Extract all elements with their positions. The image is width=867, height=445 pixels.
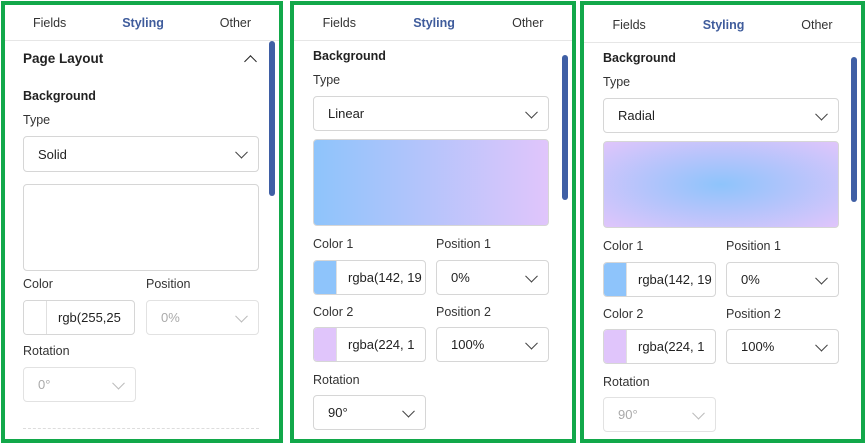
gradient-preview bbox=[603, 141, 839, 228]
position1-select-value: 0% bbox=[741, 272, 760, 287]
color2-field[interactable]: rgba(224, 1 bbox=[603, 329, 716, 364]
color-swatch[interactable] bbox=[24, 301, 47, 334]
position2-select[interactable]: 100% bbox=[436, 327, 549, 362]
background-label: Background bbox=[23, 89, 96, 103]
chevron-down-icon bbox=[815, 338, 828, 352]
rotation-select[interactable]: 90° bbox=[313, 395, 426, 430]
color1-field[interactable]: rgba(142, 19 bbox=[603, 262, 716, 297]
position2-select[interactable]: 100% bbox=[726, 329, 839, 364]
type-label: Type bbox=[313, 73, 341, 87]
position1-select-value: 0% bbox=[451, 270, 470, 285]
chevron-down-icon bbox=[525, 105, 538, 119]
tab-styling[interactable]: Styling bbox=[413, 16, 455, 30]
tab-styling[interactable]: Styling bbox=[703, 18, 745, 32]
color2-value: rgba(224, 1 bbox=[638, 339, 705, 354]
chevron-down-icon bbox=[235, 309, 248, 323]
tab-bar: Fields Styling Other bbox=[294, 5, 572, 41]
color2-label: Color 2 bbox=[313, 305, 354, 319]
panel-radial: Fields Styling Other Background Type Rad… bbox=[580, 1, 865, 443]
tab-bar: Fields Styling Other bbox=[5, 5, 279, 41]
color2-label: Color 2 bbox=[603, 307, 644, 321]
position-select-value: 0% bbox=[161, 310, 180, 325]
rotation-label: Rotation bbox=[603, 375, 650, 389]
type-label: Type bbox=[23, 113, 51, 127]
type-select-value: Linear bbox=[328, 106, 365, 121]
position2-select-value: 100% bbox=[451, 337, 485, 352]
tab-fields[interactable]: Fields bbox=[33, 16, 66, 30]
color1-value: rgba(142, 19 bbox=[638, 272, 712, 287]
panel-solid: Fields Styling Other Page Layout Backgro… bbox=[1, 1, 283, 443]
divider bbox=[23, 428, 259, 429]
rotation-label: Rotation bbox=[23, 344, 70, 358]
tab-styling[interactable]: Styling bbox=[122, 16, 164, 30]
rotation-select: 0° bbox=[23, 367, 136, 402]
color-value: rgb(255,25 bbox=[58, 310, 121, 325]
rotation-select: 90° bbox=[603, 397, 716, 432]
position1-label: Position 1 bbox=[726, 239, 781, 253]
panel-linear: Fields Styling Other Background Type Lin… bbox=[290, 1, 576, 443]
type-label: Type bbox=[603, 75, 631, 89]
background-label: Background bbox=[313, 49, 386, 63]
chevron-down-icon bbox=[112, 376, 125, 390]
rotation-select-value: 90° bbox=[618, 407, 638, 422]
background-label: Background bbox=[603, 51, 676, 65]
color1-swatch[interactable] bbox=[314, 261, 337, 294]
tab-bar: Fields Styling Other bbox=[584, 7, 861, 43]
color2-value: rgba(224, 1 bbox=[348, 337, 415, 352]
chevron-down-icon bbox=[692, 406, 705, 420]
section-title: Page Layout bbox=[23, 51, 104, 66]
scrollbar[interactable] bbox=[851, 57, 857, 202]
chevron-down-icon bbox=[815, 271, 828, 285]
type-select[interactable]: Radial bbox=[603, 98, 839, 133]
collapse-chevron-icon[interactable] bbox=[244, 55, 257, 68]
chevron-down-icon bbox=[815, 107, 828, 121]
tab-fields[interactable]: Fields bbox=[323, 16, 356, 30]
tab-other[interactable]: Other bbox=[220, 16, 251, 30]
tab-other[interactable]: Other bbox=[801, 18, 832, 32]
position-select: 0% bbox=[146, 300, 259, 335]
color2-field[interactable]: rgba(224, 1 bbox=[313, 327, 426, 362]
color2-swatch[interactable] bbox=[604, 330, 627, 363]
scrollbar[interactable] bbox=[562, 55, 568, 200]
background-preview bbox=[23, 184, 259, 271]
rotation-label: Rotation bbox=[313, 373, 360, 387]
position2-label: Position 2 bbox=[726, 307, 781, 321]
type-select-value: Solid bbox=[38, 146, 67, 162]
type-select[interactable]: Solid bbox=[23, 136, 259, 172]
position1-select[interactable]: 0% bbox=[436, 260, 549, 295]
position2-select-value: 100% bbox=[741, 339, 775, 354]
color1-field[interactable]: rgba(142, 19 bbox=[313, 260, 426, 295]
position2-label: Position 2 bbox=[436, 305, 491, 319]
type-select[interactable]: Linear bbox=[313, 96, 549, 131]
position1-select[interactable]: 0% bbox=[726, 262, 839, 297]
gradient-preview bbox=[313, 139, 549, 226]
tab-fields[interactable]: Fields bbox=[612, 18, 645, 32]
color1-swatch[interactable] bbox=[604, 263, 627, 296]
color1-label: Color 1 bbox=[603, 239, 644, 253]
color1-value: rgba(142, 19 bbox=[348, 270, 422, 285]
type-select-value: Radial bbox=[618, 108, 655, 123]
color-field[interactable]: rgb(255,25 bbox=[23, 300, 135, 335]
position1-label: Position 1 bbox=[436, 237, 491, 251]
chevron-down-icon bbox=[525, 269, 538, 283]
scrollbar[interactable] bbox=[269, 41, 275, 196]
chevron-down-icon bbox=[235, 145, 248, 159]
rotation-select-value: 90° bbox=[328, 405, 348, 420]
rotation-select-value: 0° bbox=[38, 377, 51, 392]
tab-other[interactable]: Other bbox=[512, 16, 543, 30]
color-label: Color bbox=[23, 277, 53, 291]
position-label: Position bbox=[146, 277, 191, 291]
chevron-down-icon bbox=[525, 336, 538, 350]
color2-swatch[interactable] bbox=[314, 328, 337, 361]
chevron-down-icon bbox=[402, 404, 415, 418]
color1-label: Color 1 bbox=[313, 237, 354, 251]
